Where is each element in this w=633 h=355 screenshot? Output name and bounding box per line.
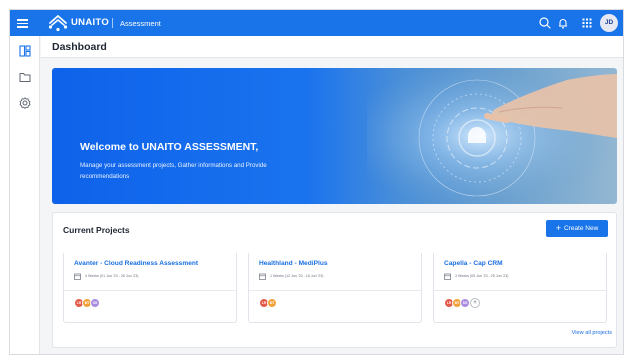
- project-title[interactable]: Avanter - Cloud Readiness Assessment: [74, 260, 198, 267]
- section-title: Current Projects: [63, 225, 130, 235]
- app-name: Assessment: [120, 18, 161, 28]
- banner-title: Welcome to UNAITO ASSESSMENT,: [80, 141, 259, 153]
- page-header: Dashboard: [41, 36, 623, 58]
- project-duration: 4 Weeks (01 Jun '23 - 28 Jun '23): [85, 273, 139, 278]
- user-avatar[interactable]: JD: [600, 14, 618, 32]
- project-title[interactable]: Healthland - MediPlus: [259, 260, 328, 267]
- plus-icon: +: [555, 223, 561, 233]
- card-divider: [64, 290, 236, 291]
- sidebar: [10, 36, 40, 354]
- bell-icon[interactable]: [556, 16, 570, 30]
- calendar-icon: [74, 273, 81, 280]
- view-all-projects-link[interactable]: View all projects: [572, 330, 612, 336]
- member-avatar[interactable]: MT: [267, 298, 277, 308]
- welcome-banner: Welcome to UNAITO ASSESSMENT, Manage you…: [52, 68, 617, 204]
- banner-description: Manage your assessment projects, Gather …: [80, 162, 267, 180]
- member-avatar[interactable]: SG: [90, 298, 100, 308]
- project-meta: 1 Weeks (12 Jun '23 - 18 Jun '23): [259, 273, 419, 281]
- search-icon[interactable]: [538, 16, 552, 30]
- project-title[interactable]: Capella - Cap CRM: [444, 260, 503, 267]
- dashboard-icon[interactable]: [18, 44, 32, 58]
- project-duration: 3 Weeks (05 Jun '23 - 25 Jun '23): [455, 273, 509, 278]
- calendar-icon: [259, 273, 266, 280]
- current-projects-card: Current Projects + Create New Avanter - C…: [52, 212, 617, 348]
- card-divider: [249, 290, 421, 291]
- page-title: Dashboard: [52, 41, 107, 53]
- app-window: UNAITO Assessment JD Dashboard Welcome t…: [9, 9, 624, 355]
- brand-name: UNAITO: [71, 17, 110, 28]
- gear-icon[interactable]: [18, 96, 32, 110]
- unaito-logo[interactable]: [47, 14, 69, 32]
- card-divider: [434, 290, 606, 291]
- create-new-label: Create New: [563, 225, 599, 232]
- banner-illustration: [367, 68, 617, 204]
- project-card[interactable]: Healthland - MediPlus 1 Weeks (12 Jun '2…: [248, 253, 422, 323]
- project-meta: 4 Weeks (01 Jun '23 - 28 Jun '23): [74, 273, 234, 281]
- project-duration: 1 Weeks (12 Jun '23 - 18 Jun '23): [270, 273, 324, 278]
- brand-divider: [112, 18, 113, 28]
- hamburger-icon[interactable]: [16, 16, 30, 30]
- project-card[interactable]: Capella - Cap CRM 3 Weeks (05 Jun '23 - …: [433, 253, 607, 323]
- grid-icon[interactable]: [580, 16, 594, 30]
- project-card[interactable]: Avanter - Cloud Readiness Assessment 4 W…: [63, 253, 237, 323]
- top-bar: UNAITO Assessment JD: [10, 10, 623, 36]
- member-avatar[interactable]: SG: [460, 298, 470, 308]
- folder-icon[interactable]: [18, 70, 32, 84]
- calendar-icon: [444, 273, 451, 280]
- add-member-button[interactable]: +: [470, 298, 480, 308]
- create-new-button[interactable]: + Create New: [546, 220, 608, 237]
- project-meta: 3 Weeks (05 Jun '23 - 25 Jun '23): [444, 273, 604, 281]
